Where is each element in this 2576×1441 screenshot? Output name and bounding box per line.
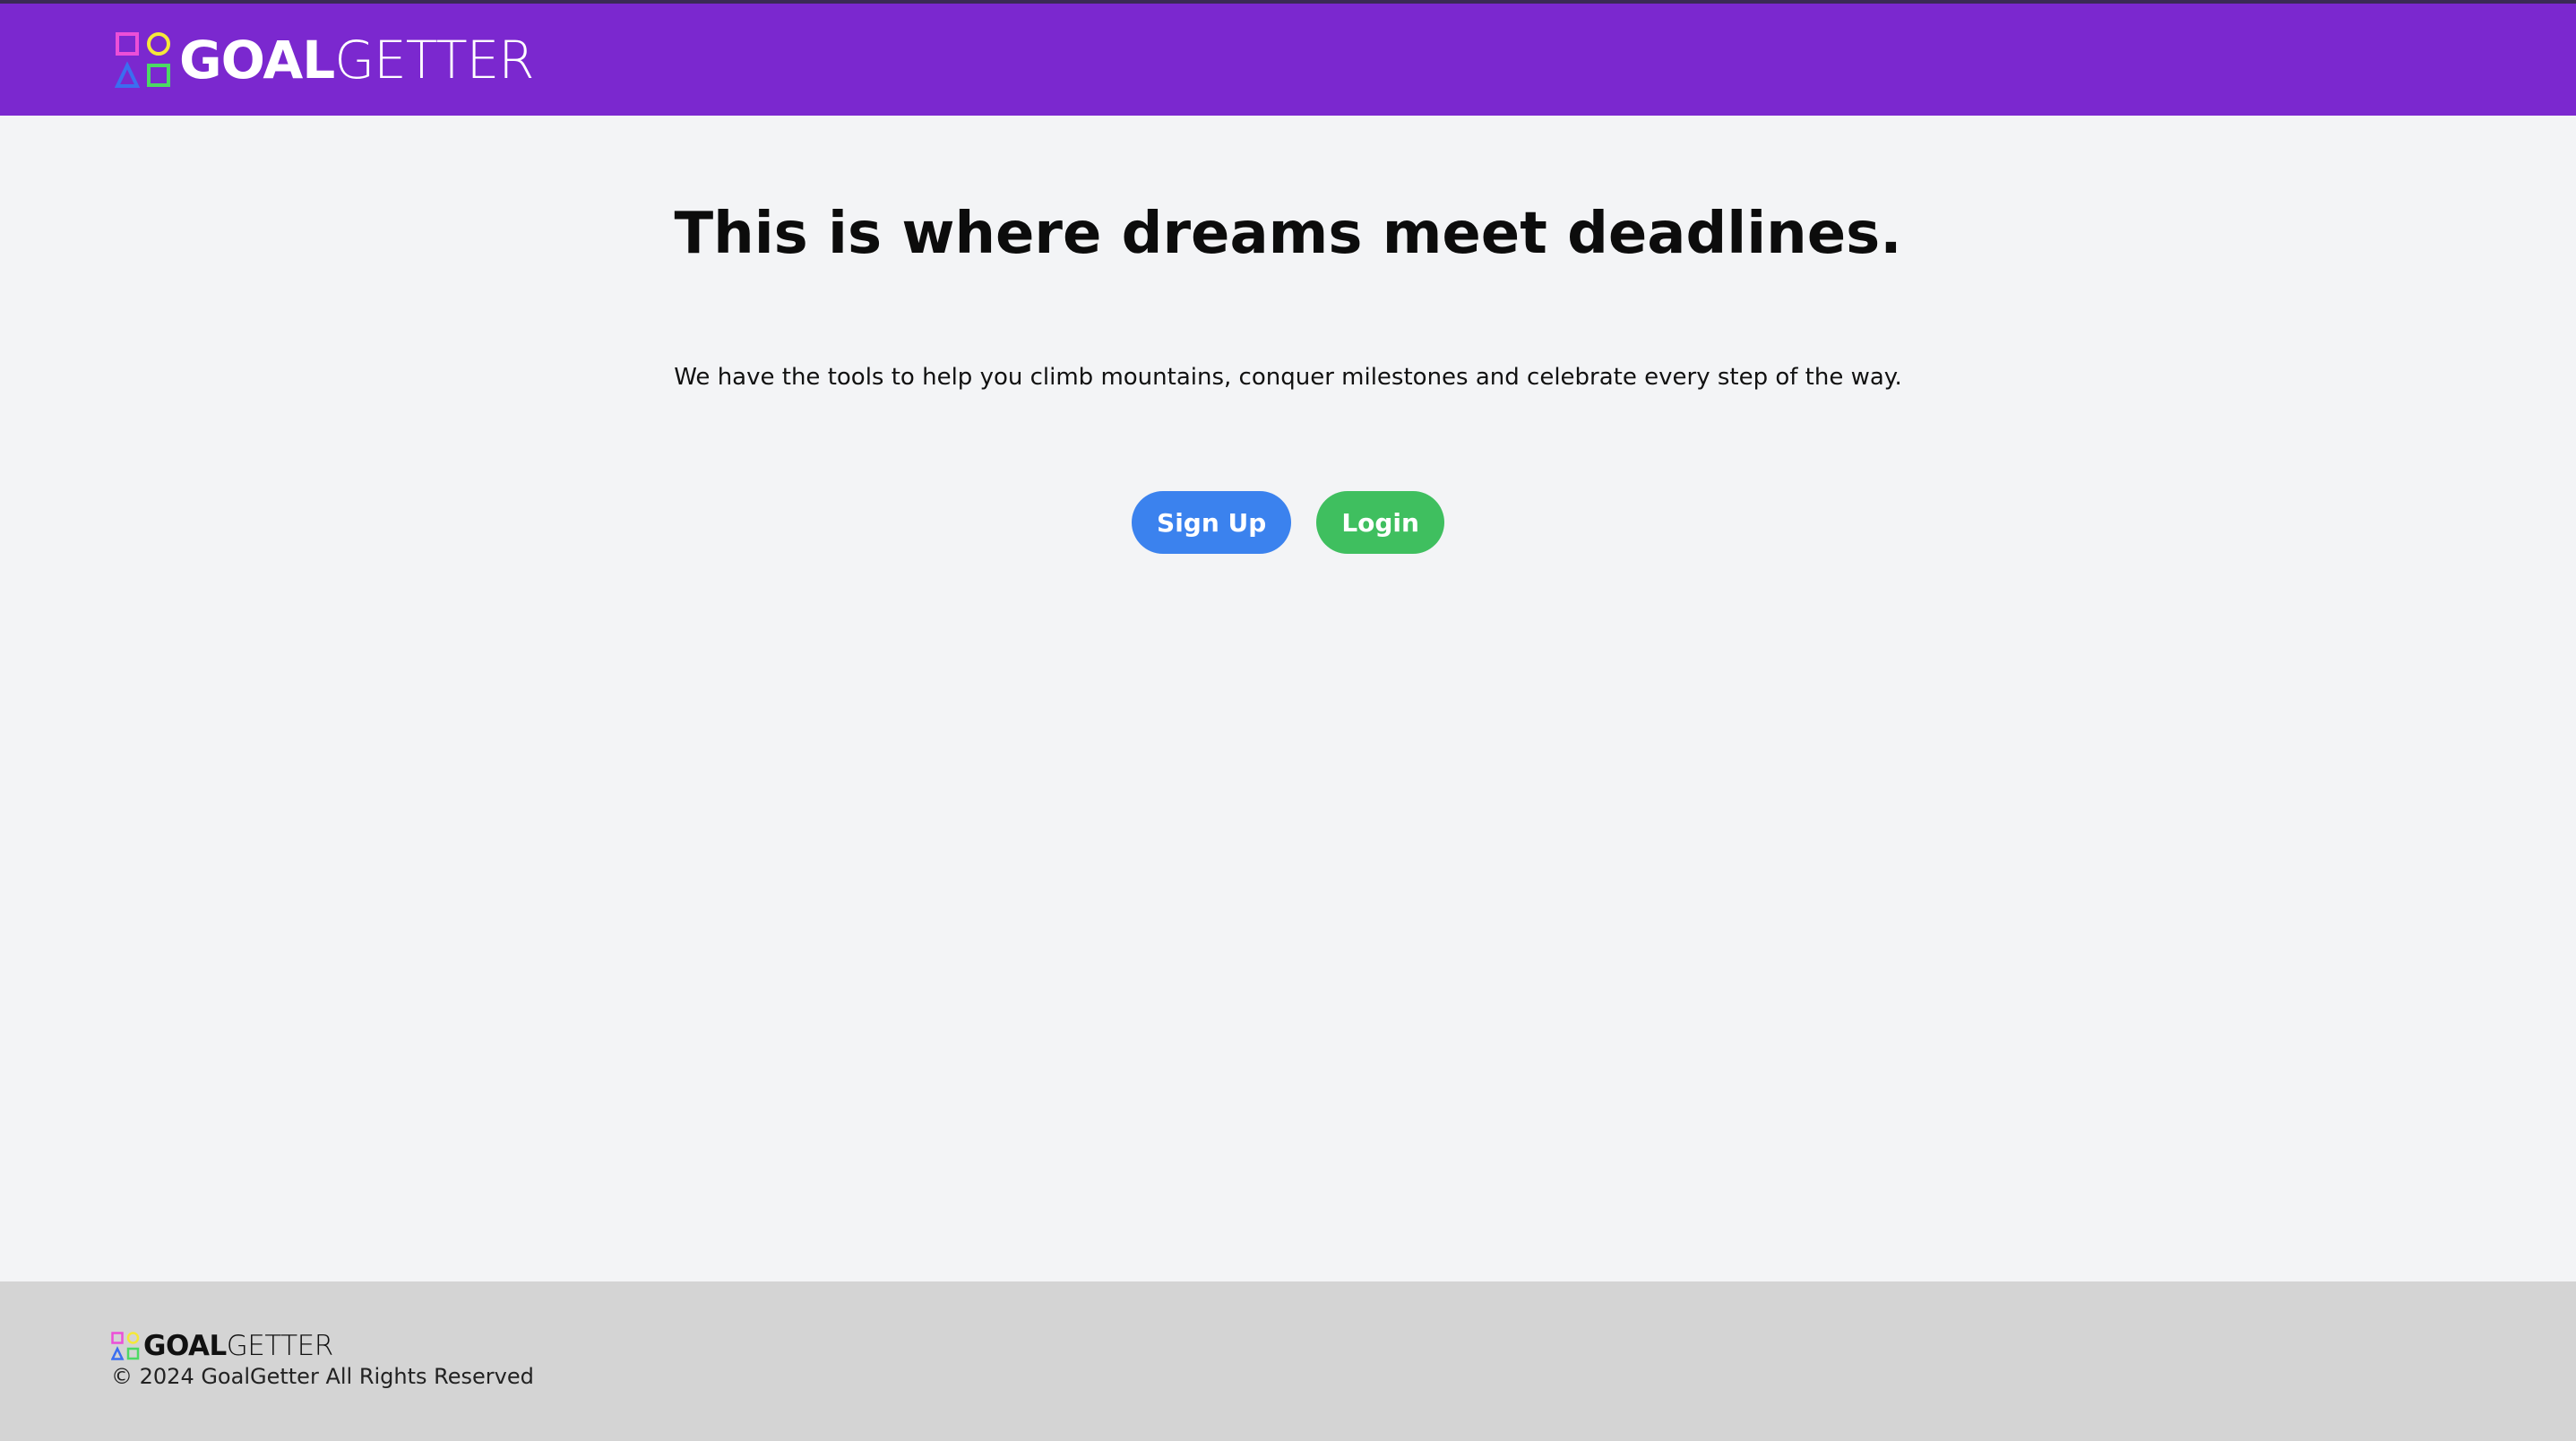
site-header: GOALGETTER <box>0 4 2576 116</box>
page: GOALGETTER This is where dreams meet dea… <box>0 0 2576 1441</box>
hero-section: This is where dreams meet deadlines. We … <box>0 116 2576 1281</box>
logo-shapes-icon <box>115 31 170 88</box>
copyright-text: © 2024 GoalGetter All Rights Reserved <box>111 1364 534 1389</box>
header-logo[interactable]: GOALGETTER <box>115 29 535 91</box>
login-button[interactable]: Login <box>1316 491 1444 554</box>
footer-logo-shapes-icon <box>111 1332 140 1360</box>
logo-wordmark: GOALGETTER <box>179 29 535 91</box>
footer-logo-wordmark: GOALGETTER <box>143 1329 333 1362</box>
footer-logo[interactable]: GOALGETTER <box>111 1332 2576 1360</box>
sign-up-button[interactable]: Sign Up <box>1132 491 1292 554</box>
hero-title: This is where dreams meet deadlines. <box>674 201 1902 267</box>
site-footer: GOALGETTER © 2024 GoalGetter All Rights … <box>0 1281 2576 1441</box>
hero-actions: Sign Up Login <box>1132 491 1444 554</box>
hero-subtitle: We have the tools to help you climb moun… <box>674 364 1902 391</box>
